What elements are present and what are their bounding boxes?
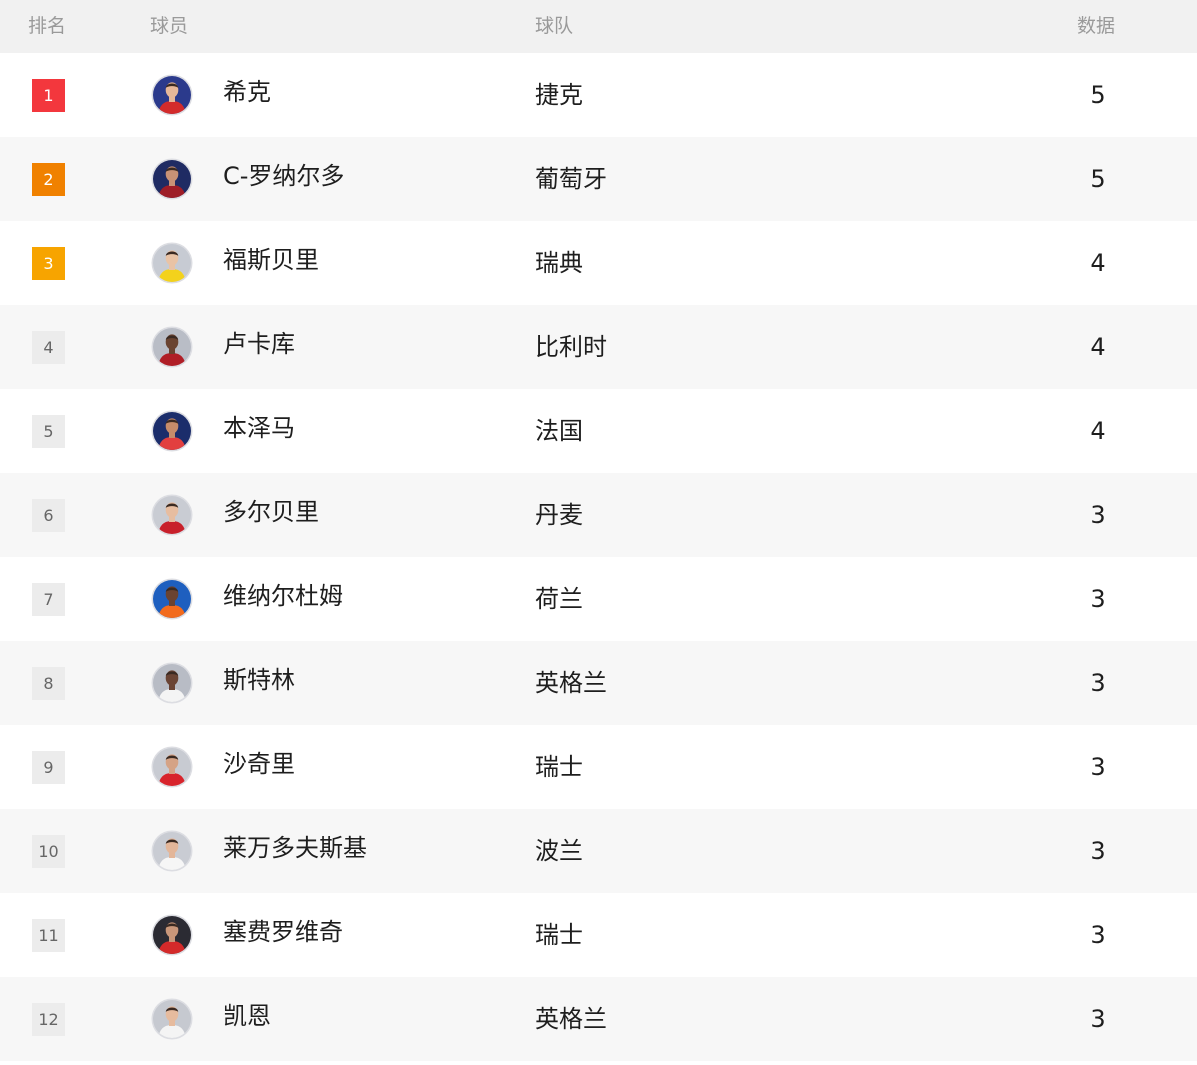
stat-value: 3 [1090,669,1106,697]
team-name: 瑞士 [535,753,583,781]
team-name: 葡萄牙 [535,165,607,193]
player-avatar-icon[interactable] [151,158,193,200]
rank-badge: 8 [32,667,65,700]
stat-value: 3 [1090,837,1106,865]
player-avatar-icon[interactable] [151,830,193,872]
player-name-link[interactable]: 多尔贝里 [223,497,319,527]
table-row[interactable]: 10 莱万多夫斯基 波兰 3 [0,809,1197,893]
rank-badge: 5 [32,415,65,448]
header-player: 球员 [150,15,189,37]
player-name-link[interactable]: 希克 [223,77,271,107]
player-avatar-icon[interactable] [151,242,193,284]
stat-value: 3 [1090,753,1106,781]
team-name: 英格兰 [535,669,607,697]
stat-value: 4 [1090,417,1106,445]
team-name: 法国 [535,417,583,445]
team-name: 捷克 [535,81,583,109]
table-body: 1 希克 捷克 5 2 C-罗纳尔多 葡萄牙 5 3 福斯贝里 瑞典 4 4 卢卡库 比利时 4 5 本泽马 法国 4… [0,53,1197,1061]
player-name-link[interactable]: 斯特林 [223,665,295,695]
player-avatar-icon[interactable] [151,74,193,116]
table-row[interactable]: 12 凯恩 英格兰 3 [0,977,1197,1061]
player-name-link[interactable]: 沙奇里 [223,749,295,779]
player-name-link[interactable]: 本泽马 [223,413,295,443]
rank-badge: 10 [32,835,65,868]
scorer-ranking-table: 排名 球员 球队 数据 1 希克 捷克 5 2 C-罗纳尔多 葡萄牙 5 3 福斯贝里 瑞典 4 4 卢卡… [0,0,1197,1061]
table-row[interactable]: 2 C-罗纳尔多 葡萄牙 5 [0,137,1197,221]
stat-value: 3 [1090,585,1106,613]
player-avatar-icon[interactable] [151,746,193,788]
player-name-link[interactable]: 卢卡库 [223,329,295,359]
player-avatar-icon[interactable] [151,662,193,704]
header-team: 球队 [535,15,574,37]
team-name: 丹麦 [535,501,583,529]
rank-badge: 4 [32,331,65,364]
table-row[interactable]: 11 塞费罗维奇 瑞士 3 [0,893,1197,977]
table-row[interactable]: 3 福斯贝里 瑞典 4 [0,221,1197,305]
table-row[interactable]: 6 多尔贝里 丹麦 3 [0,473,1197,557]
player-avatar-icon[interactable] [151,578,193,620]
rank-badge: 6 [32,499,65,532]
team-name: 比利时 [535,333,607,361]
stat-value: 3 [1090,501,1106,529]
stat-value: 4 [1090,333,1106,361]
team-name: 瑞士 [535,921,583,949]
player-name-link[interactable]: 莱万多夫斯基 [223,833,367,863]
stat-value: 5 [1090,165,1106,193]
player-name-link[interactable]: 凯恩 [223,1001,271,1031]
player-name-link[interactable]: 维纳尔杜姆 [223,581,343,611]
player-avatar-icon[interactable] [151,494,193,536]
table-row[interactable]: 5 本泽马 法国 4 [0,389,1197,473]
rank-badge: 9 [32,751,65,784]
player-avatar-icon[interactable] [151,914,193,956]
player-name-link[interactable]: 福斯贝里 [223,245,319,275]
table-header: 排名 球员 球队 数据 [0,0,1197,53]
table-row[interactable]: 7 维纳尔杜姆 荷兰 3 [0,557,1197,641]
player-name-link[interactable]: C-罗纳尔多 [223,161,344,191]
stat-value: 3 [1090,1005,1106,1033]
player-avatar-icon[interactable] [151,998,193,1040]
rank-badge: 3 [32,247,65,280]
stat-value: 5 [1090,81,1106,109]
team-name: 波兰 [535,837,583,865]
team-name: 荷兰 [535,585,583,613]
table-row[interactable]: 4 卢卡库 比利时 4 [0,305,1197,389]
rank-badge: 2 [32,163,65,196]
rank-badge: 12 [32,1003,65,1036]
stat-value: 4 [1090,249,1106,277]
table-row[interactable]: 9 沙奇里 瑞士 3 [0,725,1197,809]
stat-value: 3 [1090,921,1106,949]
team-name: 瑞典 [535,249,583,277]
table-row[interactable]: 1 希克 捷克 5 [0,53,1197,137]
header-data: 数据 [1077,15,1116,37]
rank-badge: 1 [32,79,65,112]
player-avatar-icon[interactable] [151,410,193,452]
rank-badge: 11 [32,919,65,952]
player-name-link[interactable]: 塞费罗维奇 [223,917,343,947]
team-name: 英格兰 [535,1005,607,1033]
table-row[interactable]: 8 斯特林 英格兰 3 [0,641,1197,725]
rank-badge: 7 [32,583,65,616]
header-rank: 排名 [28,15,67,37]
player-avatar-icon[interactable] [151,326,193,368]
